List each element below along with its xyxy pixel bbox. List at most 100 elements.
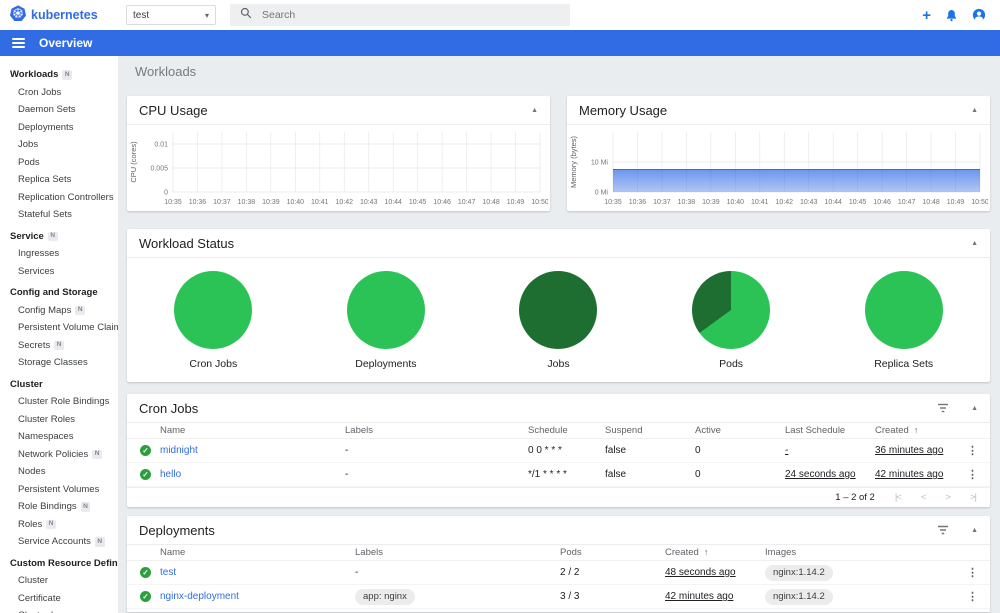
row-menu-icon[interactable]: ⋮	[967, 445, 978, 457]
column-header-active[interactable]: Active	[695, 425, 785, 436]
column-header-suspend[interactable]: Suspend	[605, 425, 695, 436]
sidebar-item-secrets[interactable]: Secrets N	[0, 337, 118, 355]
resource-link[interactable]: nginx-deployment	[160, 591, 239, 602]
row-menu-icon[interactable]: ⋮	[967, 591, 978, 603]
last-page-icon[interactable]: >|	[970, 492, 977, 503]
chevron-left-icon[interactable]: <	[921, 492, 926, 503]
cell-status: ✓	[127, 445, 160, 456]
sidebar-item-cluster-roles[interactable]: Cluster Roles	[0, 411, 118, 429]
relative-time: 42 minutes ago	[665, 591, 734, 602]
cell-name: hello	[160, 469, 345, 480]
svg-text:10:50: 10:50	[531, 199, 548, 206]
kubernetes-brand[interactable]: kubernetes	[0, 4, 118, 26]
sidebar-group-config-and-storage[interactable]: Config and Storage	[0, 280, 118, 302]
sidebar-item-label: Ingresses	[18, 248, 60, 259]
sidebar-group-service[interactable]: Service N	[0, 224, 118, 246]
sidebar-item-storage-classes[interactable]: Storage Classes	[0, 354, 118, 372]
pie-chart	[346, 271, 425, 349]
relative-time: 24 seconds ago	[785, 469, 856, 480]
svg-text:10:42: 10:42	[336, 199, 354, 206]
column-header-labels[interactable]: Labels	[345, 425, 528, 436]
search-input[interactable]	[262, 9, 560, 21]
sidebar-item-replication-controllers[interactable]: Replication Controllers	[0, 189, 118, 207]
namespaced-badge: N	[94, 537, 105, 547]
cell-created: 48 seconds ago	[665, 567, 765, 578]
column-header-last-schedule[interactable]: Last Schedule	[785, 425, 875, 436]
sidebar-item-service-accounts[interactable]: Service Accounts N	[0, 533, 118, 551]
sidebar-item-pods[interactable]: Pods	[0, 154, 118, 172]
notifications-bell-icon[interactable]	[945, 9, 958, 22]
collapse-icon[interactable]: ▲	[531, 107, 538, 114]
sidebar-item-label: Daemon Sets	[18, 104, 76, 115]
resource-link[interactable]: test	[160, 567, 176, 578]
sidebar-item-cluster-role-bindings[interactable]: Cluster Role Bindings	[0, 393, 118, 411]
column-header-images[interactable]: Images	[765, 547, 967, 558]
cell-pods: 2 / 2	[560, 567, 580, 578]
create-resource-icon[interactable]: +	[922, 8, 931, 23]
sidebar-group-cluster[interactable]: Cluster	[0, 372, 118, 394]
svg-text:10:38: 10:38	[678, 199, 696, 206]
pie-label: Deployments	[355, 358, 417, 370]
sidebar-group-workloads[interactable]: Workloads N	[0, 62, 118, 84]
row-menu-icon[interactable]: ⋮	[967, 469, 978, 481]
menu-hamburger-icon[interactable]	[12, 36, 25, 50]
search-bar[interactable]	[230, 4, 570, 26]
sidebar-item-config-maps[interactable]: Config Maps N	[0, 302, 118, 320]
column-header-created[interactable]: Created ↑	[875, 425, 967, 436]
sidebar-item-nodes[interactable]: Nodes	[0, 463, 118, 481]
filter-icon[interactable]	[937, 403, 949, 413]
cpu-usage-chart: 10:35 10:36 10:37 10:38 10:39 10:40 10:41 10:42…	[129, 132, 548, 206]
cell-schedule: 0 0 * * *	[528, 445, 562, 456]
sidebar-item-deployments[interactable]: Deployments	[0, 119, 118, 137]
sidebar-item-namespaces[interactable]: Namespaces	[0, 428, 118, 446]
workload-pie-replica-sets: Replica Sets	[817, 271, 990, 370]
column-header-schedule[interactable]: Schedule	[528, 425, 605, 436]
sidebar-item-daemon-sets[interactable]: Daemon Sets	[0, 101, 118, 119]
column-header-pods[interactable]: Pods	[560, 547, 665, 558]
sidebar-item-cluster-issuer[interactable]: Cluster Issuer	[0, 607, 118, 613]
cell-active: 0	[695, 445, 701, 456]
collapse-icon[interactable]: ▲	[971, 527, 978, 534]
sidebar-item-network-policies[interactable]: Network Policies N	[0, 446, 118, 464]
sidebar-item-stateful-sets[interactable]: Stateful Sets	[0, 206, 118, 224]
svg-text:10:37: 10:37	[653, 199, 671, 206]
row-menu-icon[interactable]: ⋮	[967, 567, 978, 579]
status-ok-icon: ✓	[140, 591, 151, 602]
filter-icon[interactable]	[937, 525, 949, 535]
sidebar-item-cluster[interactable]: Cluster	[0, 572, 118, 590]
column-header-labels[interactable]: Labels	[355, 547, 560, 558]
resource-link[interactable]: midnight	[160, 445, 198, 456]
svg-text:10:45: 10:45	[849, 199, 867, 206]
sidebar-item-persistent-volume-claims[interactable]: Persistent Volume ClaimsN	[0, 319, 118, 337]
sidebar-item-replica-sets[interactable]: Replica Sets	[0, 171, 118, 189]
sidebar-item-ingresses[interactable]: Ingresses	[0, 245, 118, 263]
status-ok-icon: ✓	[140, 567, 151, 578]
namespace-selector[interactable]: test ▾	[126, 5, 216, 25]
chevron-right-icon[interactable]: >	[945, 492, 950, 503]
column-header-name[interactable]: Name	[160, 547, 355, 558]
first-page-icon[interactable]: |<	[895, 492, 902, 503]
sidebar-group-label: Cluster	[10, 378, 43, 390]
sidebar-item-cron-jobs[interactable]: Cron Jobs	[0, 84, 118, 102]
resource-link[interactable]: hello	[160, 469, 181, 480]
sidebar-item-certificate[interactable]: Certificate	[0, 590, 118, 608]
sidebar-item-persistent-volumes[interactable]: Persistent Volumes	[0, 481, 118, 499]
table-row: ✓ test - 2 / 2 48 seconds ago nginx:1.14.2 ⋮	[127, 561, 990, 585]
sidebar-item-roles[interactable]: Roles N	[0, 516, 118, 534]
sidebar-group-custom-resource-definitions[interactable]: Custom Resource Definitions	[0, 551, 118, 573]
workload-status-title: Workload Status	[139, 235, 235, 251]
collapse-icon[interactable]: ▲	[971, 107, 978, 114]
collapse-icon[interactable]: ▲	[971, 405, 978, 412]
sidebar-item-jobs[interactable]: Jobs	[0, 136, 118, 154]
main-content: Workloads CPU Usage ▲ 10:35 10:36 10:37 10:…	[118, 56, 1000, 613]
pie-chart	[864, 271, 943, 349]
page-title: Workloads	[135, 64, 197, 79]
column-header-created[interactable]: Created ↑	[665, 547, 765, 558]
cell-name: midnight	[160, 445, 345, 456]
collapse-icon[interactable]: ▲	[971, 240, 978, 247]
account-icon[interactable]	[972, 8, 986, 22]
sidebar-item-services[interactable]: Services	[0, 263, 118, 281]
sidebar-item-label: Persistent Volume Claims	[18, 322, 118, 333]
sidebar-item-role-bindings[interactable]: Role Bindings N	[0, 498, 118, 516]
column-header-name[interactable]: Name	[160, 425, 345, 436]
